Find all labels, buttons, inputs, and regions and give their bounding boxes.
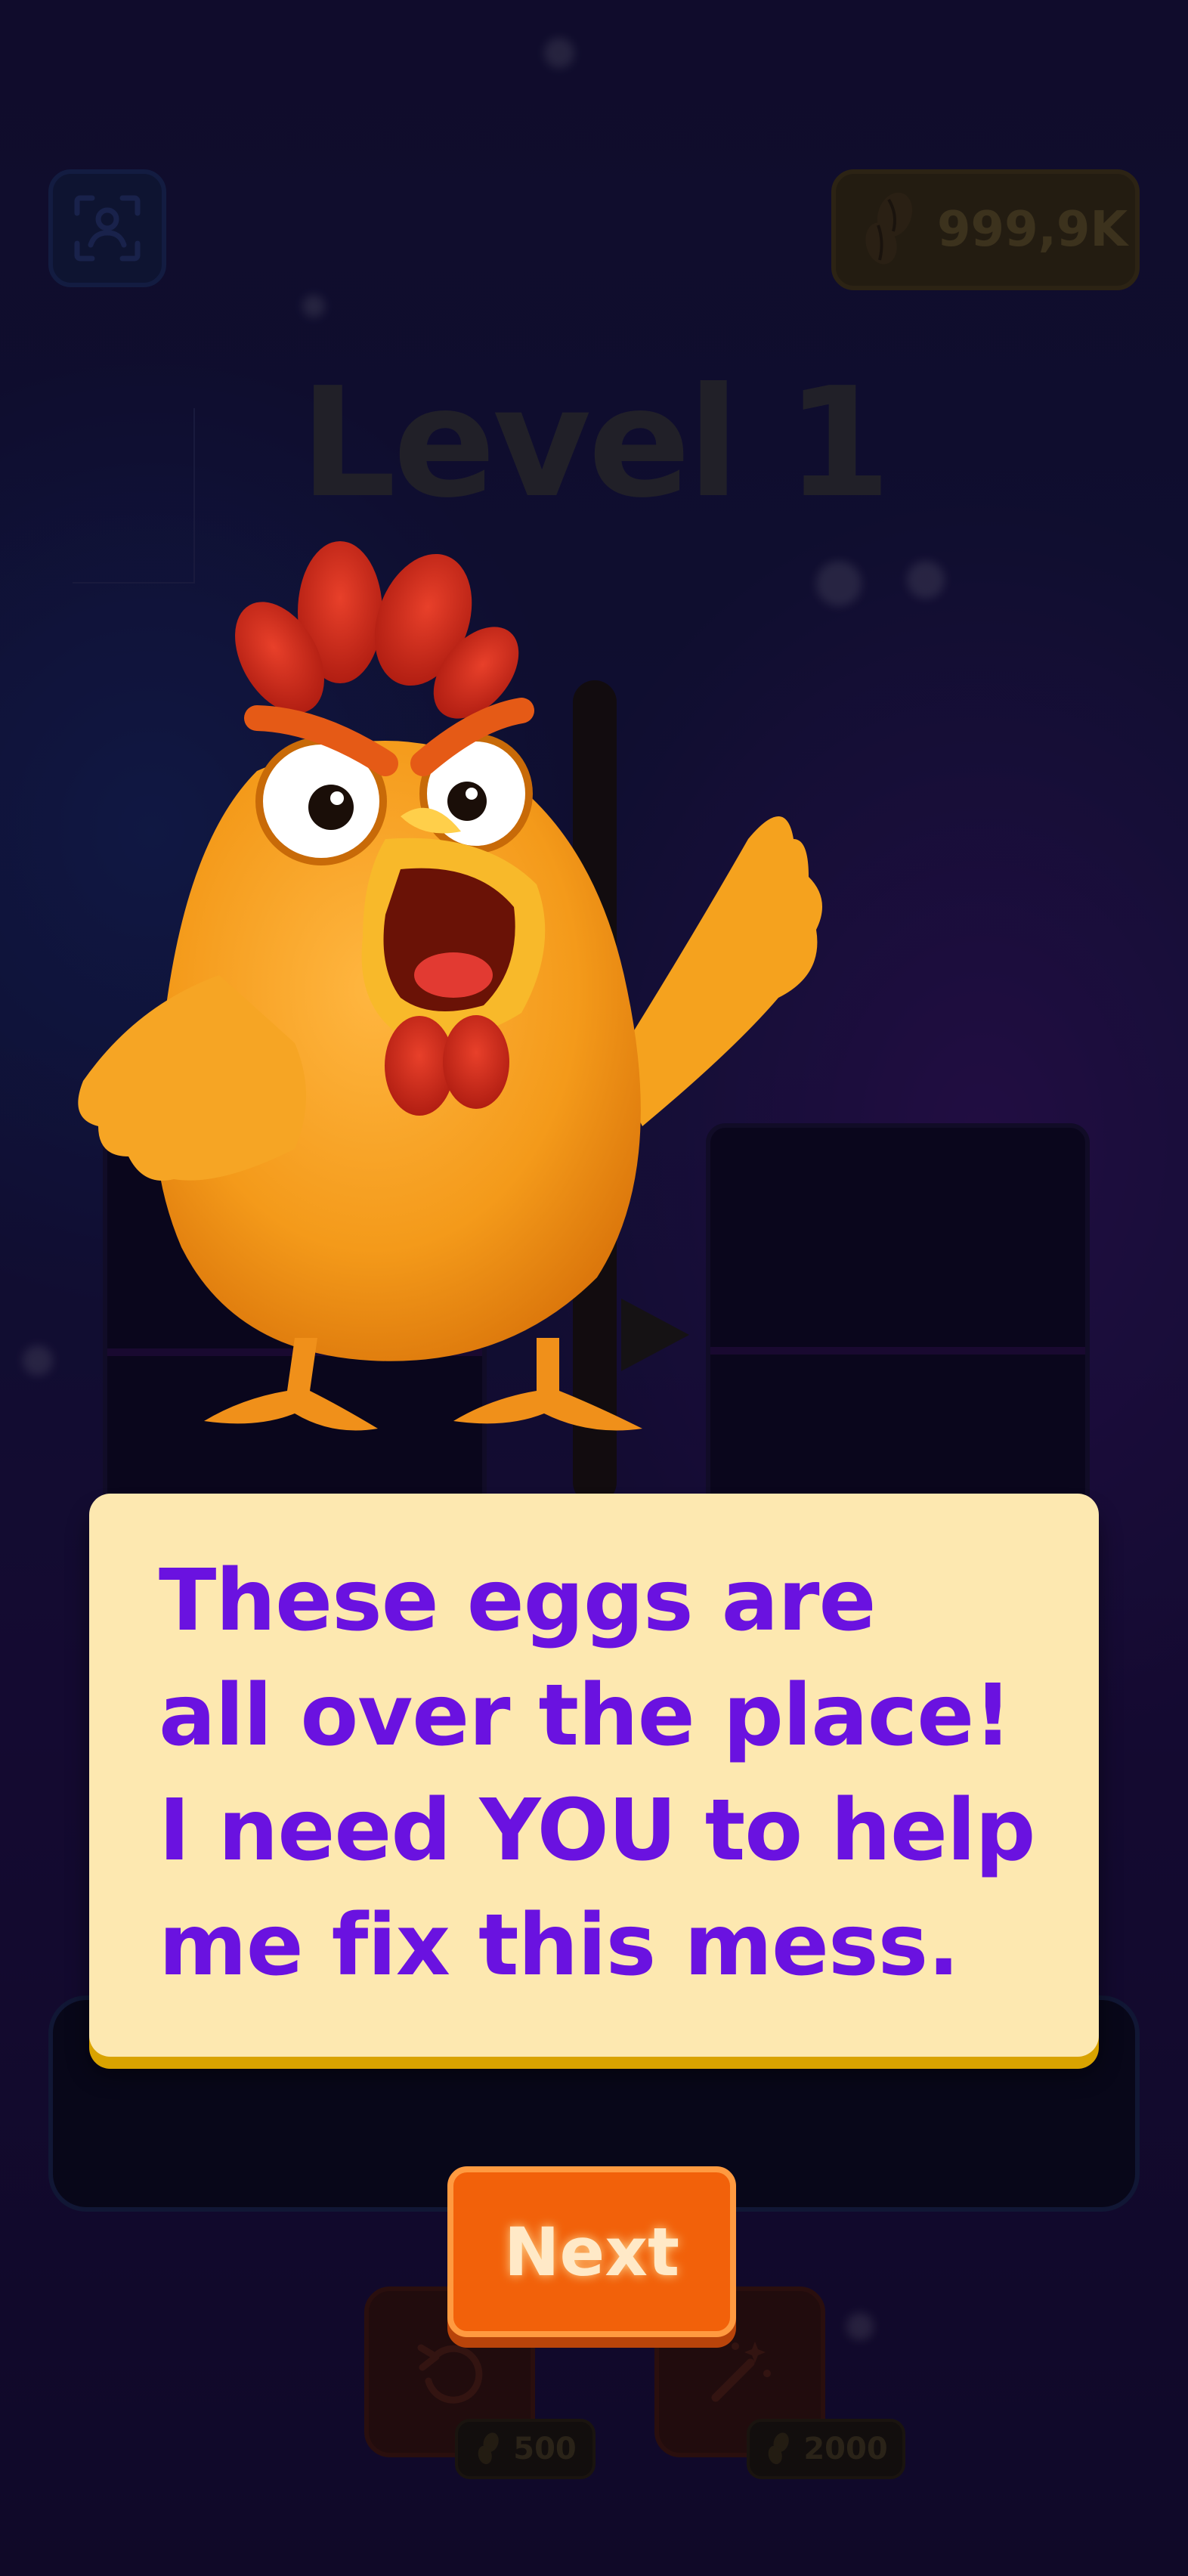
- dialog-message: These eggs are all over the place! I nee…: [159, 1543, 1066, 2003]
- dialog-line: These eggs are: [159, 1552, 876, 1650]
- next-button-label: Next: [503, 2212, 680, 2291]
- angry-chicken-character: [78, 541, 822, 1431]
- dialog-line: all over the place!: [159, 1667, 1012, 1765]
- dialog-line: I need YOU to help: [159, 1782, 1035, 1880]
- tutorial-dialog: These eggs are all over the place! I nee…: [89, 1494, 1099, 2057]
- dialog-line: me fix this mess.: [159, 1896, 960, 1995]
- next-button[interactable]: Next: [447, 2166, 736, 2337]
